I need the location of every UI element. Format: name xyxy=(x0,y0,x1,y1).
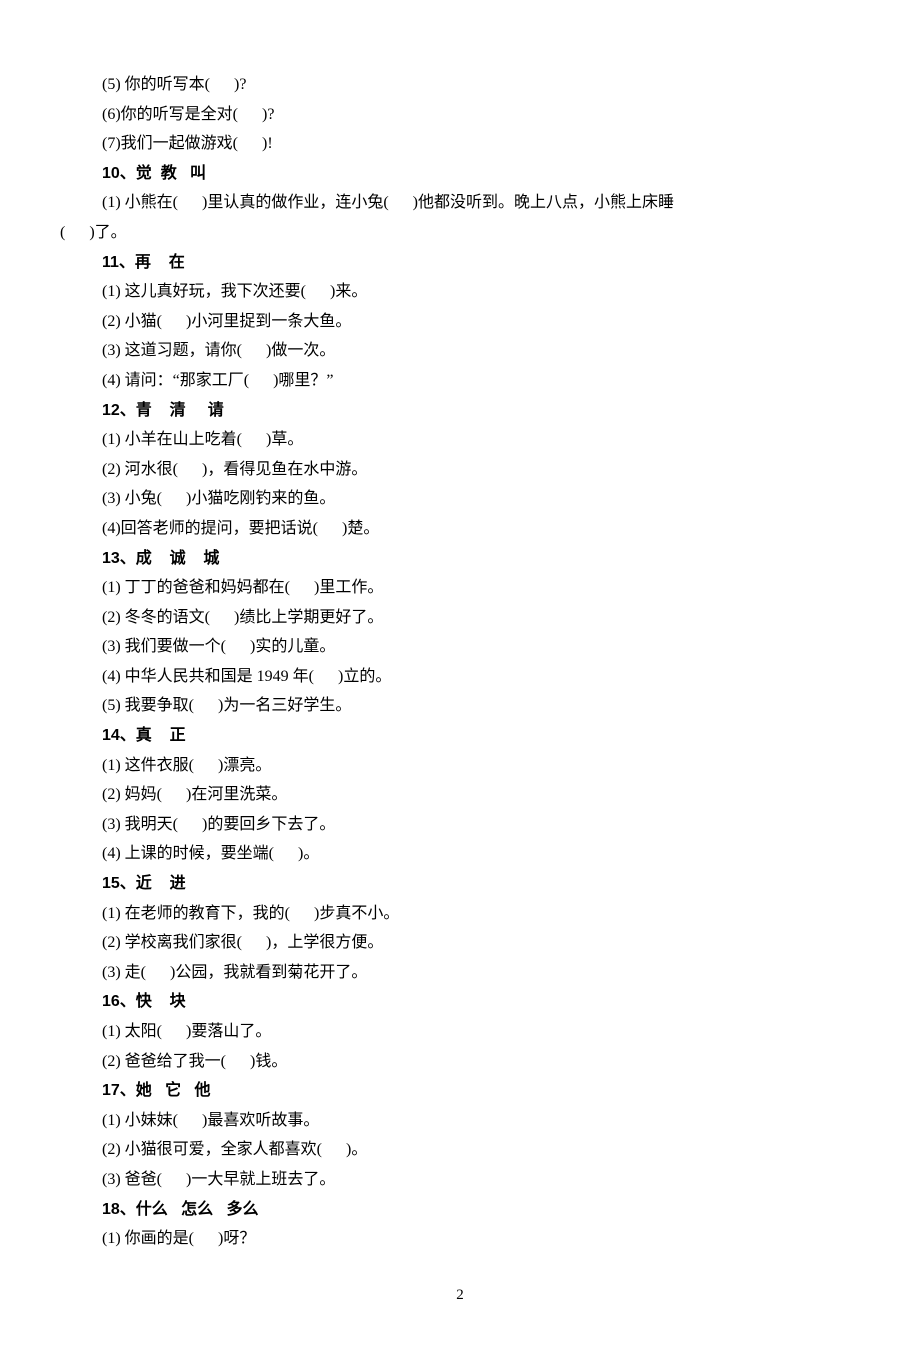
question-line: (4) 请问：“那家工厂( )哪里？” xyxy=(60,366,860,396)
question-line: (2) 爸爸给了我一( )钱。 xyxy=(60,1047,860,1077)
question-line: (5) 你的听写本( )? xyxy=(60,70,860,100)
question-line: (1) 小羊在山上吃着( )草。 xyxy=(60,425,860,455)
document-body: (5) 你的听写本( )?(6)你的听写是全对( )?(7)我们一起做游戏( )… xyxy=(60,70,860,1254)
question-heading: 14、真 正 xyxy=(60,721,860,751)
question-heading: 10、觉 教 叫 xyxy=(60,159,860,189)
question-line: (2) 冬冬的语文( )绩比上学期更好了。 xyxy=(60,603,860,633)
question-heading: 17、她 它 他 xyxy=(60,1076,860,1106)
question-line: (2) 学校离我们家很( )，上学很方便。 xyxy=(60,928,860,958)
question-line: (4)回答老师的提问，要把话说( )楚。 xyxy=(60,514,860,544)
question-heading: 16、快 块 xyxy=(60,987,860,1017)
question-line: (2) 河水很( )，看得见鱼在水中游。 xyxy=(60,455,860,485)
question-line: (3) 走( )公园，我就看到菊花开了。 xyxy=(60,958,860,988)
question-line: (3) 这道习题，请你( )做一次。 xyxy=(60,336,860,366)
question-heading: 13、成 诚 城 xyxy=(60,544,860,574)
question-line: (2) 妈妈( )在河里洗菜。 xyxy=(60,780,860,810)
question-line: ( )了。 xyxy=(60,218,860,248)
question-heading: 12、青 清 请 xyxy=(60,396,860,426)
question-line: (1) 太阳( )要落山了。 xyxy=(60,1017,860,1047)
question-line: (3) 爸爸( )一大早就上班去了。 xyxy=(60,1165,860,1195)
question-line: (1) 在老师的教育下，我的( )步真不小。 xyxy=(60,899,860,929)
question-line: (1) 这件衣服( )漂亮。 xyxy=(60,751,860,781)
question-line: (3) 我明天( )的要回乡下去了。 xyxy=(60,810,860,840)
question-line: (5) 我要争取( )为一名三好学生。 xyxy=(60,691,860,721)
question-heading: 15、近 进 xyxy=(60,869,860,899)
question-line: (3) 我们要做一个( )实的儿童。 xyxy=(60,632,860,662)
question-line: (1) 小妹妹( )最喜欢听故事。 xyxy=(60,1106,860,1136)
question-line: (3) 小兔( )小猫吃刚钓来的鱼。 xyxy=(60,484,860,514)
document-page: (5) 你的听写本( )?(6)你的听写是全对( )?(7)我们一起做游戏( )… xyxy=(0,0,920,1350)
question-line: (1) 丁丁的爸爸和妈妈都在( )里工作。 xyxy=(60,573,860,603)
question-line: (4) 中华人民共和国是 1949 年( )立的。 xyxy=(60,662,860,692)
question-heading: 11、再 在 xyxy=(60,248,860,278)
question-line: (1) 小熊在( )里认真的做作业，连小兔( )他都没听到。晚上八点，小熊上床睡 xyxy=(60,188,860,218)
question-line: (7)我们一起做游戏( )! xyxy=(60,129,860,159)
question-line: (6)你的听写是全对( )? xyxy=(60,100,860,130)
page-number: 2 xyxy=(60,1282,860,1310)
question-heading: 18、什么 怎么 多么 xyxy=(60,1195,860,1225)
question-line: (2) 小猫( )小河里捉到一条大鱼。 xyxy=(60,307,860,337)
question-line: (2) 小猫很可爱，全家人都喜欢( )。 xyxy=(60,1135,860,1165)
question-line: (1) 你画的是( )呀？ xyxy=(60,1224,860,1254)
question-line: (1) 这儿真好玩，我下次还要( )来。 xyxy=(60,277,860,307)
question-line: (4) 上课的时候，要坐端( )。 xyxy=(60,839,860,869)
